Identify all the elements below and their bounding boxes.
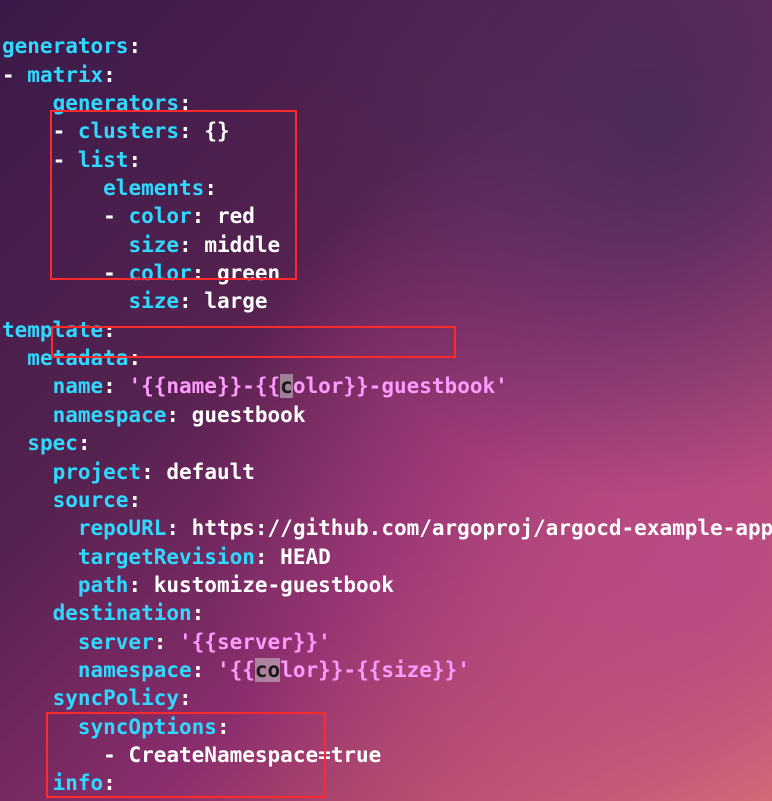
yaml-code-block: generators: - matrix: generators: - clus… — [0, 0, 772, 801]
key-list: list — [78, 148, 129, 172]
val-guestbook: guestbook — [192, 403, 306, 427]
tpl-name: '{{name}}-{{color}}-guestbook' — [128, 374, 507, 398]
key-source: source — [53, 488, 129, 512]
key-targetrev: targetRevision — [78, 545, 255, 569]
key-path: path — [78, 573, 129, 597]
key-metadata: metadata — [27, 346, 128, 370]
key-namespace-dest: namespace — [78, 658, 192, 682]
key-repourl: repoURL — [78, 516, 167, 540]
key-template: template — [2, 318, 103, 342]
val-large: large — [204, 289, 267, 313]
key-server: server — [78, 630, 154, 654]
highlight-c: c — [280, 374, 293, 398]
key-syncoptions: syncOptions — [78, 715, 217, 739]
key-size-1: size — [128, 233, 179, 257]
val-default: default — [166, 460, 255, 484]
tpl-server: '{{server}}' — [179, 630, 331, 654]
val-path: kustomize-guestbook — [154, 573, 394, 597]
key-elements: elements — [103, 176, 204, 200]
key-namespace-meta: namespace — [53, 403, 167, 427]
key-project: project — [53, 460, 142, 484]
val-red: red — [217, 204, 255, 228]
val-green: green — [217, 261, 280, 285]
key-destination: destination — [53, 601, 192, 625]
val-head: HEAD — [280, 545, 331, 569]
tpl-namespace: '{{color}}-{{size}}' — [217, 658, 470, 682]
highlight-co: co — [255, 658, 280, 682]
key-size-2: size — [128, 289, 179, 313]
empty-object: {} — [204, 119, 229, 143]
val-repourl: https://github.com/argoproj/argocd-examp… — [192, 516, 772, 540]
val-middle: middle — [204, 233, 280, 257]
key-generators-inner: generators — [53, 91, 179, 115]
key-spec: spec — [27, 431, 78, 455]
key-generators: generators — [2, 34, 128, 58]
key-matrix: matrix — [27, 63, 103, 87]
key-name-meta: name — [53, 374, 104, 398]
key-color-1: color — [128, 204, 191, 228]
val-createns: CreateNamespace=true — [128, 743, 381, 767]
key-clusters: clusters — [78, 119, 179, 143]
key-color-2: color — [128, 261, 191, 285]
key-info: info — [53, 771, 104, 795]
key-syncpolicy: syncPolicy — [53, 686, 179, 710]
